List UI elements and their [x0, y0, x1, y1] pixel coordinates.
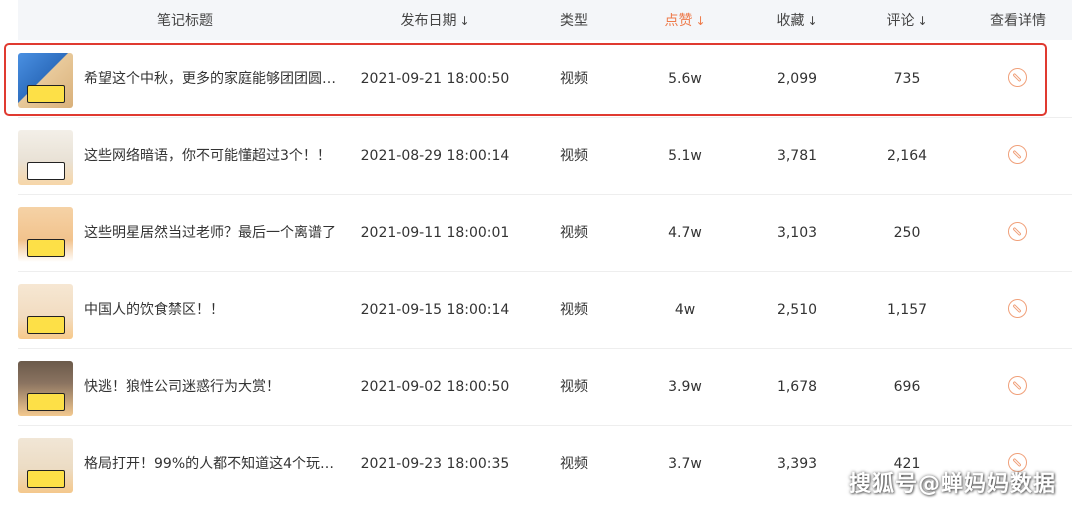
column-header-details: 查看详情	[990, 13, 1046, 29]
view-details-icon[interactable]	[1008, 222, 1027, 241]
favorites-count: 3,103	[776, 225, 818, 241]
table-row: 快逃！狼性公司迷惑行为大赏！ 2021-09-02 18:00:50 视频 3.…	[0, 349, 1072, 426]
favorites-count: 2,099	[776, 71, 818, 87]
note-title[interactable]: 希望这个中秋，更多的家庭能够团团圆圆！	[84, 41, 346, 118]
column-header-type: 类型	[560, 13, 588, 29]
thumbnail-caption	[27, 85, 65, 103]
likes-count: 5.1w	[668, 148, 702, 164]
publish-date: 2021-09-11 18:00:01	[360, 225, 510, 241]
comments-count: 1,157	[886, 302, 928, 318]
note-title[interactable]: 格局打开！99%的人都不知道这4个玩意…	[84, 426, 346, 503]
favorites-count: 1,678	[776, 379, 818, 395]
note-type: 视频	[560, 302, 588, 318]
note-type: 视频	[560, 148, 588, 164]
comments-count: 2,164	[886, 148, 928, 164]
likes-count: 4w	[674, 302, 696, 318]
table-row: 中国人的饮食禁区！！ 2021-09-15 18:00:14 视频 4w 2,5…	[0, 272, 1072, 349]
favorites-count: 3,781	[776, 148, 818, 164]
note-type: 视频	[560, 71, 588, 87]
table-row: 希望这个中秋，更多的家庭能够团团圆圆！ 2021-09-21 18:00:50 …	[0, 41, 1072, 118]
publish-date: 2021-09-02 18:00:50	[360, 379, 510, 395]
sort-icon: ↓	[695, 14, 706, 28]
table-row: 这些明星居然当过老师？最后一个离谱了 2021-09-11 18:00:01 视…	[0, 195, 1072, 272]
likes-count: 5.6w	[668, 71, 702, 87]
video-thumbnail[interactable]	[18, 438, 73, 493]
note-title[interactable]: 快逃！狼性公司迷惑行为大赏！	[84, 349, 346, 426]
column-header-title: 笔记标题	[157, 13, 213, 29]
note-title[interactable]: 中国人的饮食禁区！！	[84, 272, 346, 349]
sort-icon: ↓	[917, 14, 928, 28]
favorites-count: 3,393	[776, 456, 818, 472]
view-details-icon[interactable]	[1008, 376, 1027, 395]
publish-date: 2021-09-21 18:00:50	[360, 71, 510, 87]
note-title[interactable]: 这些明星居然当过老师？最后一个离谱了	[84, 195, 346, 272]
comments-count: 696	[893, 379, 921, 395]
note-title[interactable]: 这些网络暗语，你不可能懂超过3个！！	[84, 118, 346, 195]
video-thumbnail[interactable]	[18, 53, 73, 108]
view-details-icon[interactable]	[1008, 68, 1027, 87]
video-thumbnail[interactable]	[18, 361, 73, 416]
column-header-favorites[interactable]: 收藏 ↓	[776, 0, 817, 40]
likes-count: 4.7w	[668, 225, 702, 241]
table-row: 这些网络暗语，你不可能懂超过3个！！ 2021-08-29 18:00:14 视…	[0, 118, 1072, 195]
note-type: 视频	[560, 456, 588, 472]
comments-count: 735	[893, 71, 921, 87]
publish-date: 2021-09-15 18:00:14	[360, 302, 510, 318]
likes-count: 3.7w	[668, 456, 702, 472]
sort-icon: ↓	[807, 14, 818, 28]
thumbnail-caption	[27, 393, 65, 411]
video-thumbnail[interactable]	[18, 207, 73, 262]
note-type: 视频	[560, 379, 588, 395]
view-details-icon[interactable]	[1008, 145, 1027, 164]
thumbnail-caption	[27, 470, 65, 488]
video-thumbnail[interactable]	[18, 130, 73, 185]
publish-date: 2021-09-23 18:00:35	[360, 456, 510, 472]
thumbnail-caption	[27, 316, 65, 334]
note-type: 视频	[560, 225, 588, 241]
sort-icon: ↓	[459, 14, 470, 28]
view-details-icon[interactable]	[1008, 299, 1027, 318]
likes-count: 3.9w	[668, 379, 702, 395]
column-header-comments[interactable]: 评论 ↓	[886, 0, 927, 40]
favorites-count: 2,510	[776, 302, 818, 318]
column-header-date[interactable]: 发布日期 ↓	[400, 0, 469, 40]
comments-count: 250	[893, 225, 921, 241]
thumbnail-caption	[27, 239, 65, 257]
video-thumbnail[interactable]	[18, 284, 73, 339]
column-header-likes[interactable]: 点赞 ↓	[664, 0, 705, 40]
publish-date: 2021-08-29 18:00:14	[360, 148, 510, 164]
watermark: 搜狐号@蝉妈妈数据	[848, 472, 1056, 497]
thumbnail-caption	[27, 162, 65, 180]
